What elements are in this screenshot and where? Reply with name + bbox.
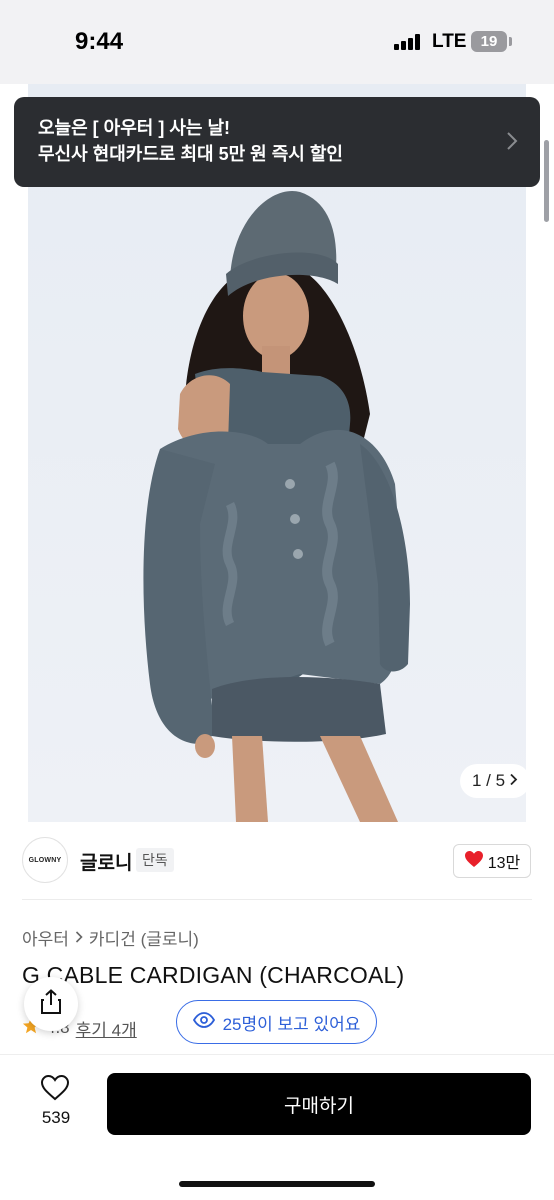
breadcrumb-category[interactable]: 아우터 xyxy=(22,925,69,950)
model-photo xyxy=(0,84,554,822)
image-counter[interactable]: 1 / 5 xyxy=(460,764,530,798)
image-counter-text: 1 / 5 xyxy=(471,771,506,790)
promo-line-2: 무신사 현대카드로 최대 5만 원 즉시 할인 xyxy=(38,144,343,164)
breadcrumb: 아우터 카디건 (글로니) xyxy=(22,925,199,950)
share-icon xyxy=(39,988,63,1020)
brand-like-button[interactable]: 13만 xyxy=(453,844,531,878)
status-bar: 9:44 LTE 19 xyxy=(0,0,554,84)
signal-icon xyxy=(394,34,422,50)
wish-count: 539 xyxy=(41,1108,71,1127)
chevron-right-icon xyxy=(506,131,518,156)
heart-filled-icon xyxy=(464,850,484,873)
chevron-right-icon xyxy=(75,928,83,948)
battery-cap xyxy=(509,37,512,46)
divider xyxy=(22,899,532,900)
share-button[interactable] xyxy=(24,977,78,1031)
chevron-right-icon xyxy=(509,771,518,791)
viewers-pill: 25명이 보고 있어요 xyxy=(176,1000,377,1044)
review-link[interactable]: 후기 4개 xyxy=(76,1016,137,1041)
promo-line-1: 오늘은 [ 아우터 ] 사는 날! xyxy=(38,118,231,138)
brand-name[interactable]: 글로니 xyxy=(80,848,132,875)
promo-banner[interactable]: 오늘은 [ 아우터 ] 사는 날! 무신사 현대카드로 최대 5만 원 즉시 할… xyxy=(14,97,540,187)
brand-row: GLOWNY 글로니 단독 13만 xyxy=(0,822,554,900)
home-indicator xyxy=(179,1181,375,1187)
eye-icon xyxy=(192,1011,215,1033)
brand-logo[interactable]: GLOWNY xyxy=(22,837,68,883)
product-image[interactable] xyxy=(0,84,554,822)
brand-like-count: 13만 xyxy=(487,855,521,872)
exclusive-badge: 단독 xyxy=(136,848,174,872)
scroll-indicator xyxy=(544,140,549,222)
battery-icon: 19 xyxy=(471,31,507,52)
product-title: G CABLE CARDIGAN (CHARCOAL) xyxy=(22,962,405,988)
network-type: LTE xyxy=(432,31,467,52)
status-time: 9:44 xyxy=(75,28,124,55)
buy-button[interactable]: 구매하기 xyxy=(107,1073,531,1135)
viewers-text: 25명이 보고 있어요 xyxy=(222,1014,361,1034)
heart-outline-icon[interactable] xyxy=(40,1074,70,1107)
breadcrumb-subcategory[interactable]: 카디건 (글로니) xyxy=(89,925,199,950)
